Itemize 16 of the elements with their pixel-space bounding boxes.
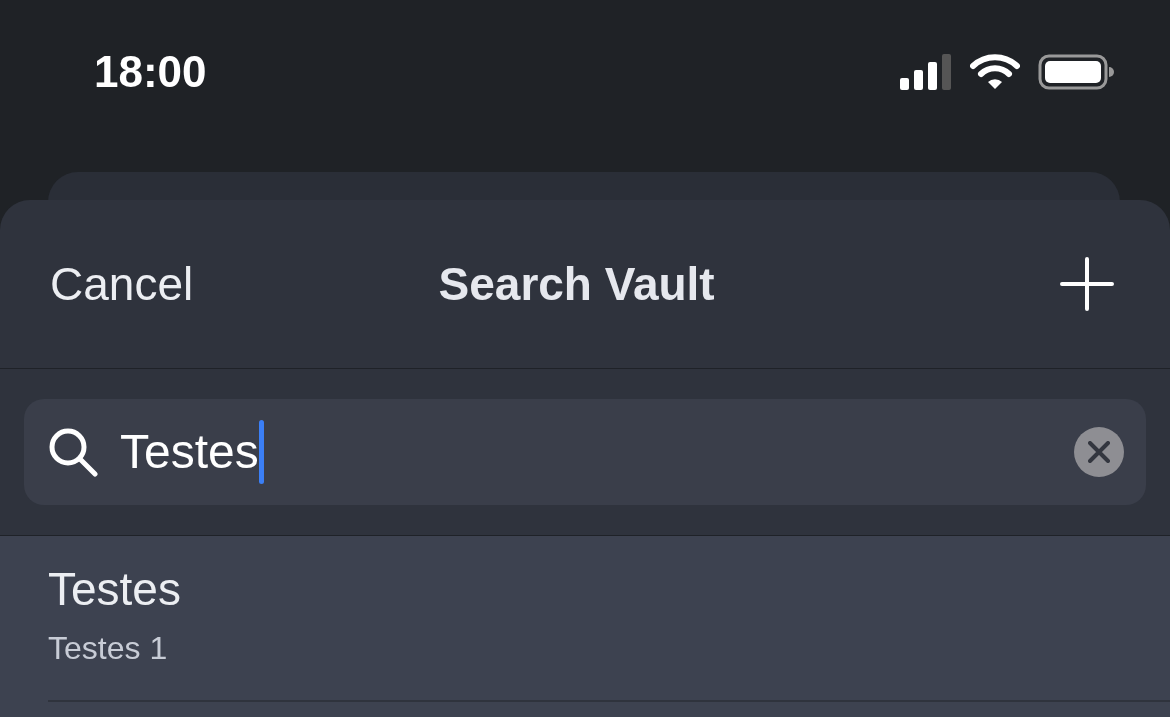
search-icon — [48, 427, 98, 477]
result-title: Testes — [48, 566, 182, 612]
cancel-button[interactable]: Cancel — [50, 249, 194, 319]
signal-icon — [900, 54, 952, 90]
search-field[interactable]: Testes — [24, 399, 1146, 505]
wifi-icon — [970, 54, 1020, 90]
add-icon[interactable] — [1060, 257, 1114, 311]
result-subtitle: Testes 1 — [48, 632, 169, 664]
battery-icon — [1038, 54, 1114, 90]
status-time: 18:00 — [94, 50, 207, 94]
clear-button[interactable] — [1074, 427, 1124, 477]
search-text: Testes — [120, 428, 259, 476]
header-title: Search Vault — [438, 256, 715, 312]
text-cursor — [258, 420, 264, 484]
close-icon — [1088, 441, 1110, 463]
result-row[interactable]: Testes Testes 1 — [0, 536, 1170, 717]
